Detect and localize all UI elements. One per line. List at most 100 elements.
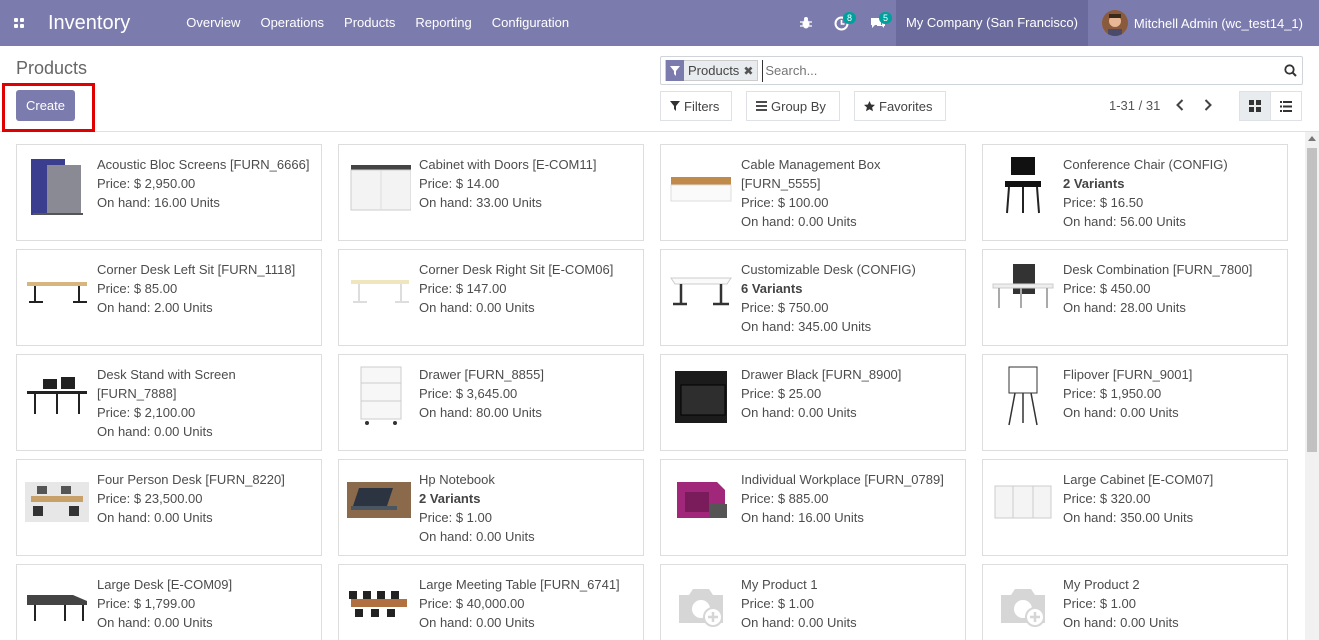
product-image [347, 258, 411, 322]
product-onhand: On hand: 28.00 Units [1063, 300, 1186, 315]
product-info: Large Cabinet [E-COM07] Price: $ 320.00 On… [1063, 470, 1283, 527]
product-image [991, 363, 1055, 427]
product-card[interactable]: Large Desk [E-COM09] Price: $ 1,799.00 On … [16, 564, 322, 640]
product-card[interactable]: Cable Management Box [FURN_5555] Price: $… [660, 144, 966, 241]
product-card[interactable]: Acoustic Bloc Screens [FURN_6666] Price: … [16, 144, 322, 241]
product-card[interactable]: Corner Desk Left Sit [FURN_1118] Price: $… [16, 249, 322, 346]
product-card[interactable]: My Product 1 Price: $ 1.00 On hand: 0.00 U… [660, 564, 966, 640]
search-input[interactable] [762, 59, 1278, 82]
product-name: My Product 2 [1063, 577, 1140, 592]
product-variants: 2 Variants [1063, 176, 1125, 191]
main-navbar: Inventory Overview Operations Products R… [0, 0, 1319, 46]
product-image [25, 258, 89, 322]
product-card[interactable]: My Product 2 Price: $ 1.00 On hand: 0.00 U… [982, 564, 1288, 640]
filters-button[interactable]: Filters [660, 91, 732, 121]
product-onhand: On hand: 80.00 Units [419, 405, 542, 420]
product-image [669, 153, 733, 217]
apps-grid-icon [14, 18, 24, 28]
systray: 8 5 My Company (San Francisco) Mitchell … [788, 0, 1319, 46]
user-menu[interactable]: Mitchell Admin (wc_test14_1) [1088, 0, 1319, 46]
product-info: Acoustic Bloc Screens [FURN_6666] Price: … [97, 155, 317, 212]
search-icon[interactable] [1278, 64, 1302, 77]
product-name: Conference Chair (CONFIG) [1063, 157, 1228, 172]
product-card[interactable]: Desk Combination [FURN_7800] Price: $ 450… [982, 249, 1288, 346]
product-price: Price: $ 100.00 [741, 195, 829, 210]
product-name: Drawer Black [FURN_8900] [741, 367, 902, 382]
list-view-icon[interactable] [1270, 91, 1302, 121]
product-image [347, 153, 411, 217]
menu-overview[interactable]: Overview [176, 0, 250, 46]
product-card[interactable]: Corner Desk Right Sit [E-COM06] Price: $ … [338, 249, 644, 346]
product-info: Hp Notebook 2 Variants Price: $ 1.00 On han… [419, 470, 639, 546]
product-card[interactable]: Cabinet with Doors [E-COM11] Price: $ 14.… [338, 144, 644, 241]
product-card[interactable]: Drawer Black [FURN_8900] Price: $ 25.00 On… [660, 354, 966, 451]
product-image [25, 573, 89, 637]
product-info: Corner Desk Left Sit [FURN_1118] Price: $… [97, 260, 317, 317]
pager-next-icon[interactable] [1197, 94, 1219, 116]
product-onhand: On hand: 0.00 Units [97, 615, 213, 630]
product-name: Large Desk [E-COM09] [97, 577, 233, 592]
product-info: Flipover [FURN_9001] Price: $ 1,950.00 On … [1063, 365, 1283, 422]
product-price: Price: $ 1.00 [741, 596, 814, 611]
product-image [25, 153, 89, 217]
product-card[interactable]: Flipover [FURN_9001] Price: $ 1,950.00 On … [982, 354, 1288, 451]
product-price: Price: $ 2,950.00 [97, 176, 196, 191]
product-card[interactable]: Large Meeting Table [FURN_6741] Price: $ … [338, 564, 644, 640]
activity-count-badge: 8 [842, 12, 856, 24]
menu-operations[interactable]: Operations [250, 0, 334, 46]
product-onhand: On hand: 56.00 Units [1063, 214, 1186, 229]
menu-products[interactable]: Products [334, 0, 405, 46]
product-card[interactable]: Large Cabinet [E-COM07] Price: $ 320.00 On… [982, 459, 1288, 556]
pager-value[interactable]: 1-31 / 31 [1109, 98, 1160, 113]
product-price: Price: $ 25.00 [741, 386, 822, 401]
scrollbar-thumb[interactable] [1307, 148, 1317, 452]
product-card[interactable]: Desk Stand with Screen [FURN_7888] Price:… [16, 354, 322, 451]
product-onhand: On hand: 0.00 Units [97, 510, 213, 525]
group-by-button[interactable]: Group By [746, 91, 840, 121]
remove-facet-icon[interactable]: ✖ [743, 64, 757, 78]
product-card[interactable]: Customizable Desk (CONFIG) 6 Variants Pric… [660, 249, 966, 346]
product-name: Hp Notebook [419, 472, 495, 487]
product-price: Price: $ 320.00 [1063, 491, 1151, 506]
product-info: Cable Management Box [FURN_5555] Price: $… [741, 155, 961, 231]
product-info: Conference Chair (CONFIG) 2 Variants Price… [1063, 155, 1283, 231]
company-switcher[interactable]: My Company (San Francisco) [895, 0, 1088, 46]
product-card[interactable]: Hp Notebook 2 Variants Price: $ 1.00 On han… [338, 459, 644, 556]
menu-configuration[interactable]: Configuration [482, 0, 579, 46]
product-image [991, 468, 1055, 532]
product-image [347, 573, 411, 637]
product-image [669, 573, 733, 637]
product-name: Desk Stand with Screen [FURN_7888] [97, 367, 236, 401]
product-onhand: On hand: 16.00 Units [741, 510, 864, 525]
activity-clock-icon[interactable]: 8 [824, 0, 860, 46]
product-onhand: On hand: 0.00 Units [741, 214, 857, 229]
menu-reporting[interactable]: Reporting [405, 0, 481, 46]
kanban-view-icon[interactable] [1239, 91, 1271, 121]
app-title[interactable]: Inventory [48, 12, 130, 35]
product-name: Desk Combination [FURN_7800] [1063, 262, 1253, 277]
messages-chat-icon[interactable]: 5 [860, 0, 896, 46]
product-card[interactable]: Conference Chair (CONFIG) 2 Variants Price… [982, 144, 1288, 241]
user-name: Mitchell Admin (wc_test14_1) [1133, 15, 1303, 31]
product-price: Price: $ 885.00 [741, 491, 829, 506]
product-image [991, 153, 1055, 217]
product-name: Four Person Desk [FURN_8220] [97, 472, 285, 487]
product-image [25, 468, 89, 532]
product-variants: 6 Variants [741, 281, 803, 296]
debug-bug-icon[interactable] [788, 0, 824, 46]
product-price: Price: $ 147.00 [419, 281, 507, 296]
product-name: Flipover [FURN_9001] [1063, 367, 1193, 382]
product-name: Drawer [FURN_8855] [419, 367, 544, 382]
vertical-scrollbar[interactable] [1305, 132, 1319, 640]
product-card[interactable]: Drawer [FURN_8855] Price: $ 3,645.00 On ha… [338, 354, 644, 451]
favorites-button[interactable]: Favorites [854, 91, 946, 121]
filters-label: Filters [684, 98, 720, 114]
apps-menu-button[interactable] [0, 0, 32, 46]
pager-previous-icon[interactable] [1169, 94, 1191, 116]
create-button[interactable]: Create [16, 90, 75, 121]
product-price: Price: $ 1.00 [419, 510, 492, 525]
product-card[interactable]: Individual Workplace [FURN_0789] Price: $… [660, 459, 966, 556]
product-price: Price: $ 1.00 [1063, 596, 1136, 611]
product-card[interactable]: Four Person Desk [FURN_8220] Price: $ 23,… [16, 459, 322, 556]
scroll-up-icon[interactable] [1308, 136, 1316, 141]
